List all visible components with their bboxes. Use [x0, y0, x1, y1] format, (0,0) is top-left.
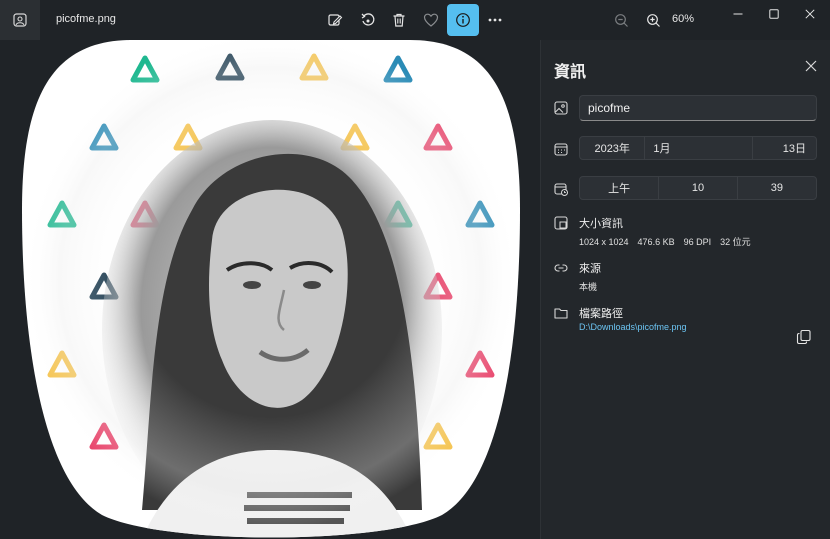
- bit-depth: 32 位元: [720, 237, 751, 247]
- more-icon: [488, 18, 502, 22]
- minimize-button[interactable]: [720, 0, 756, 28]
- maximize-icon: [769, 9, 779, 19]
- close-window-button[interactable]: [792, 0, 828, 28]
- size-info-title: 大小資訊: [579, 218, 623, 230]
- folder-icon: [554, 306, 568, 320]
- zoom-in-icon: [646, 13, 660, 27]
- path-title: 檔案路徑: [579, 308, 623, 320]
- close-icon: [805, 9, 815, 19]
- favorite-icon: [423, 13, 439, 27]
- image-icon: [554, 101, 568, 115]
- date-picker[interactable]: 2023年 1月 13日: [579, 136, 817, 160]
- copy-icon: [796, 329, 811, 345]
- zoom-in-button[interactable]: [637, 4, 669, 36]
- delete-button[interactable]: [383, 4, 415, 36]
- close-icon: [805, 60, 817, 72]
- zoom-level[interactable]: 60%: [672, 13, 694, 25]
- name-field[interactable]: [579, 95, 817, 121]
- time-picker[interactable]: 上午 10 39: [579, 176, 817, 200]
- zoom-out-button[interactable]: [605, 4, 637, 36]
- file-name: picofme.png: [56, 13, 116, 25]
- favorite-button[interactable]: [415, 4, 447, 36]
- title-bar: picofme.png 60%: [0, 0, 830, 40]
- edit-image-icon: [328, 14, 343, 26]
- info-panel: 資訊 2023年 1月 13日 上午: [540, 40, 830, 539]
- more-button[interactable]: [479, 4, 511, 36]
- maximize-button[interactable]: [756, 0, 792, 28]
- panel-title: 資訊: [554, 64, 587, 81]
- image-dimensions: 1024 x 1024: [579, 237, 629, 247]
- file-size: 476.6 KB: [637, 237, 675, 247]
- edit-image-button[interactable]: [319, 4, 351, 36]
- size-info-details: 1024 x 1024 476.6 KB 96 DPI 32 位元: [579, 235, 760, 248]
- rotate-icon: [361, 13, 375, 26]
- date-year[interactable]: 2023年: [580, 137, 646, 159]
- image-size-icon: [554, 216, 568, 230]
- time-minute[interactable]: 39: [738, 177, 816, 199]
- minimize-icon: [733, 13, 743, 15]
- file-path-link[interactable]: D:\Downloads\picofme.png: [579, 322, 687, 332]
- image-dpi: 96 DPI: [683, 237, 712, 247]
- image-viewer[interactable]: [0, 40, 540, 539]
- info-button[interactable]: [447, 4, 479, 36]
- source-value: 本機: [579, 282, 598, 292]
- app-icon: [0, 0, 40, 40]
- link-icon: [554, 261, 568, 275]
- clock-calendar-icon: [554, 182, 568, 196]
- rotate-button[interactable]: [352, 4, 384, 36]
- info-icon: [456, 13, 470, 27]
- source-title: 來源: [579, 263, 601, 275]
- zoom-out-icon: [614, 13, 628, 27]
- photo: [22, 40, 520, 538]
- time-hour[interactable]: 10: [659, 177, 738, 199]
- time-ampm[interactable]: 上午: [580, 177, 660, 199]
- calendar-icon: [554, 142, 568, 156]
- copy-path-button[interactable]: [796, 329, 812, 345]
- date-day[interactable]: 13日: [753, 137, 817, 159]
- date-month[interactable]: 1月: [645, 137, 753, 159]
- panel-close-button[interactable]: [803, 58, 819, 74]
- delete-icon: [393, 13, 405, 27]
